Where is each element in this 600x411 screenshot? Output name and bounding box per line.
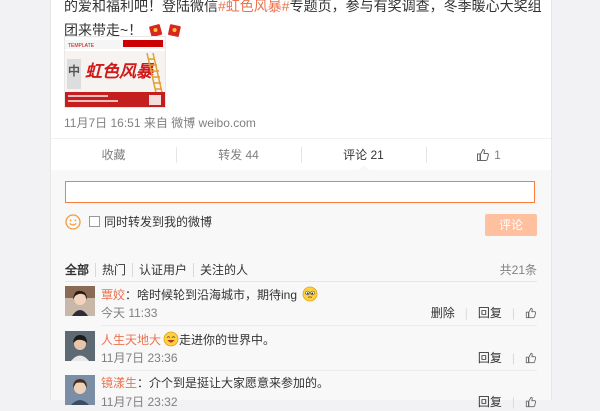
post-meta: 11月7日 16:51 来自 微博 weibo.com <box>64 114 256 131</box>
topic-tag-link[interactable]: #虹色风暴# <box>218 0 290 14</box>
separator: | <box>511 306 515 320</box>
banner-title: 虹色风暴 <box>85 62 155 82</box>
comment-username[interactable]: 人生天地大 <box>101 333 161 347</box>
like-count: 1 <box>494 147 501 162</box>
avatar[interactable] <box>65 286 95 316</box>
post-time-link[interactable]: 11月7日 16:51 <box>64 116 141 130</box>
comment-ops: 回复 | <box>468 351 537 365</box>
comment-time: 11月7日 23:36 <box>101 351 178 365</box>
favorite-button[interactable]: 收藏 <box>51 139 176 170</box>
filter-hot[interactable]: 热门 <box>95 263 132 277</box>
filter-verified[interactable]: 认证用户 <box>132 263 193 277</box>
comment-text: 走进你的世界中。 <box>179 333 276 347</box>
comment-item: 人生天地大 走进你的世界中。 11月7日 23:36 回复 | <box>65 331 537 367</box>
comment-item: 覃姣：啥时候轮到沿海城市，期待ing 今天 11:33 删除 | 回复 | <box>65 286 537 322</box>
avatar[interactable] <box>65 375 95 405</box>
repost-checkbox[interactable] <box>89 216 100 227</box>
separator: | <box>464 306 468 320</box>
post-action-bar: 收藏 转发 44 评论 21 1 <box>51 138 551 171</box>
separator: | <box>511 351 515 365</box>
comment-text: ：啥时候轮到沿海城市，期待ing <box>125 288 298 302</box>
repost-label: 转发 44 <box>218 148 259 162</box>
comment-total-count: 共21条 <box>499 263 537 277</box>
separator: | <box>511 395 515 409</box>
comment-input[interactable] <box>66 182 534 202</box>
favorite-label: 收藏 <box>101 148 126 162</box>
thumbs-up-icon <box>477 148 490 161</box>
reply-link[interactable]: 回复 <box>478 351 502 365</box>
divider <box>65 281 537 282</box>
red-envelope-icon <box>168 24 181 37</box>
comment-time: 11月7日 23:32 <box>101 395 178 409</box>
comment-item: 镜漾生：介个到是挺让大家愿意来参加的。 11月7日 23:32 回复 | <box>65 375 537 411</box>
svg-text:TEMPLATE: TEMPLATE <box>68 43 95 49</box>
comment-label: 评论 21 <box>343 148 384 162</box>
comment-username[interactable]: 镜漾生 <box>101 376 137 390</box>
submit-comment-button[interactable]: 评论 <box>485 214 537 236</box>
repost-checkbox-label: 同时转发到我的微博 <box>104 215 213 229</box>
like-button[interactable]: 1 <box>426 139 551 170</box>
thumbs-up-icon[interactable] <box>525 352 537 364</box>
post-image-thumbnail[interactable]: TEMPLATE 中 虹色风暴 <box>64 36 166 108</box>
comment-time: 今天 11:33 <box>101 306 158 320</box>
comment-body: 人生天地大 走进你的世界中。 <box>101 331 537 348</box>
comment-ops: 删除 | 回复 | <box>431 306 537 320</box>
emoji-picker-icon[interactable] <box>65 214 81 230</box>
tearful-face-icon <box>302 286 318 302</box>
comment-divider <box>101 325 537 326</box>
source-link[interactable]: 微博 weibo.com <box>171 116 256 130</box>
comment-divider <box>101 370 537 371</box>
comment-filter-bar: 全部 热门 认证用户 关注的人 共21条 <box>65 263 537 277</box>
svg-text:中: 中 <box>68 63 80 78</box>
repost-button[interactable]: 转发 44 <box>176 139 301 170</box>
thumbs-up-icon[interactable] <box>525 396 537 408</box>
reply-link[interactable]: 回复 <box>478 395 502 409</box>
comment-section: 同时转发到我的微博 评论 全部 热门 认证用户 关注的人 共21条 覃姣：啥时候… <box>51 170 551 409</box>
laughing-face-icon <box>163 331 179 347</box>
reply-link[interactable]: 回复 <box>478 306 502 320</box>
comment-input-box[interactable] <box>65 181 535 203</box>
thumbs-up-icon[interactable] <box>525 307 537 319</box>
comment-body: 覃姣：啥时候轮到沿海城市，期待ing <box>101 286 537 303</box>
comment-username[interactable]: 覃姣 <box>101 288 125 302</box>
comment-body: 镜漾生：介个到是挺让大家愿意来参加的。 <box>101 375 537 391</box>
comment-ops: 回复 | <box>468 395 537 409</box>
filter-following[interactable]: 关注的人 <box>193 263 254 277</box>
delete-link[interactable]: 删除 <box>431 306 455 320</box>
source-prefix: 来自 <box>143 116 168 130</box>
comment-tab-button[interactable]: 评论 21 <box>301 139 426 171</box>
weibo-card: 的爱和福利吧！登陆微信#虹色风暴#专题页，参与有奖调查，冬季暖心大奖组团来带走~… <box>50 0 552 409</box>
post-text-start: 的爱和福利吧！登陆微信 <box>64 0 218 14</box>
promo-banner-image: TEMPLATE 中 虹色风暴 <box>65 37 165 107</box>
filter-all[interactable]: 全部 <box>65 263 95 277</box>
comment-text: ：介个到是挺让大家愿意来参加的。 <box>137 376 330 390</box>
avatar[interactable] <box>65 331 95 361</box>
